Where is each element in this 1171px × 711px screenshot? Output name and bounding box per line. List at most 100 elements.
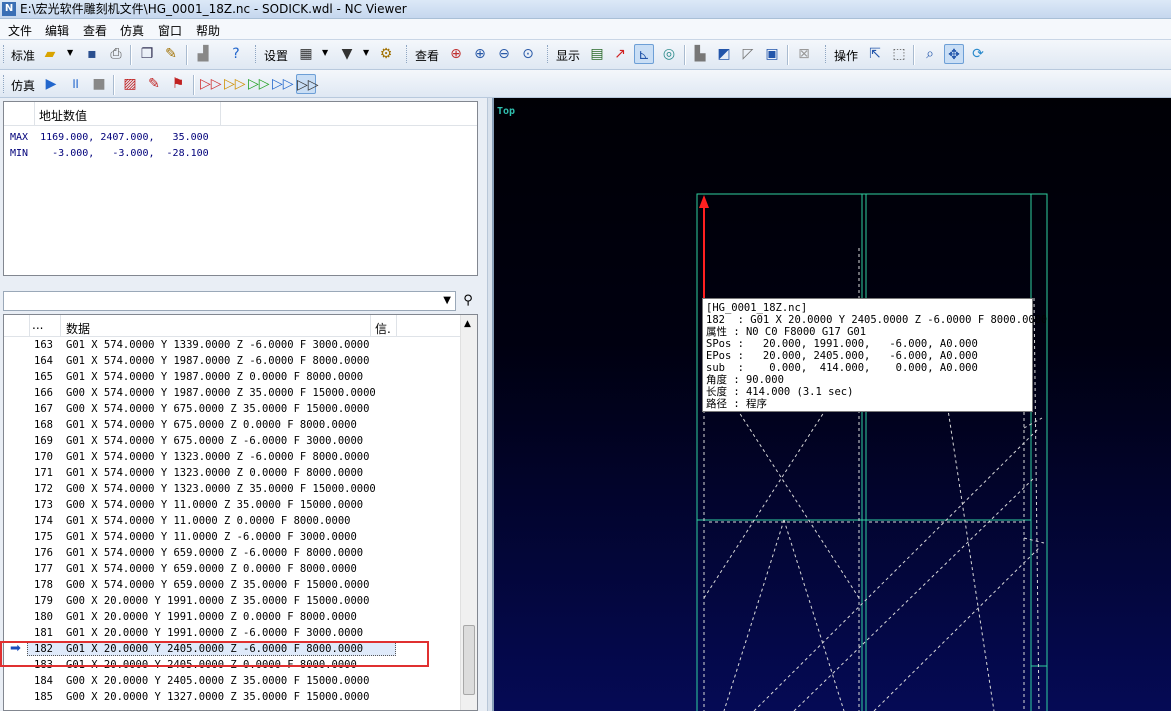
camera-icon[interactable]: ◎	[659, 44, 679, 64]
edit-icon[interactable]: ✎	[161, 44, 181, 64]
select-icon[interactable]: ⬚	[889, 44, 909, 64]
flag-icon[interactable]: ⚑	[168, 74, 188, 94]
toolbar-grip[interactable]	[547, 45, 550, 63]
search-dropdown[interactable]: ▼	[3, 291, 456, 311]
stop-icon[interactable]: ■	[89, 74, 109, 94]
tooltip-angle: 角度 : 90.000	[706, 374, 784, 386]
toolbar-grip[interactable]	[406, 45, 409, 63]
table-row[interactable]: 170 G01 X 574.0000 Y 1323.0000 Z -6.0000 …	[4, 449, 460, 465]
speed-max-icon[interactable]: ▷▷	[296, 74, 319, 94]
line-number: 175	[34, 531, 53, 543]
table-row[interactable]: 176 G01 X 574.0000 Y 659.0000 Z -6.0000 F…	[4, 545, 460, 561]
nc-code: G01 X 574.0000 Y 1987.0000 Z -6.0000 F 8…	[66, 355, 370, 367]
print-icon[interactable]: ⎙	[106, 44, 126, 64]
table-row[interactable]: 164 G01 X 574.0000 Y 1987.0000 Z -6.0000 …	[4, 353, 460, 369]
line-number: 173	[34, 499, 53, 511]
table-row[interactable]: 178 G00 X 574.0000 Y 659.0000 Z 35.0000 F…	[4, 577, 460, 593]
line-number: 180	[34, 611, 53, 623]
setup-label: 设置	[264, 49, 289, 63]
tool-icon[interactable]: ▟	[193, 44, 213, 64]
table-row[interactable]: 175 G01 X 574.0000 Y 11.0000 Z -6.0000 F …	[4, 529, 460, 545]
speed-4-icon[interactable]: ▷▷	[272, 74, 294, 94]
clear-icon[interactable]: ⊠	[794, 44, 814, 64]
chevron-down-icon[interactable]: ▼	[443, 295, 451, 306]
table-row[interactable]: 172 G00 X 574.0000 Y 1323.0000 Z 35.0000 …	[4, 481, 460, 497]
data-header[interactable]: 数据	[66, 320, 90, 337]
play-icon[interactable]: ▶	[41, 74, 61, 94]
table-row[interactable]: 179 G00 X 20.0000 Y 1991.0000 Z 35.0000 F…	[4, 593, 460, 609]
path-icon[interactable]: ◸	[738, 44, 758, 64]
separator	[130, 45, 131, 65]
line-number-header[interactable]: ...	[32, 318, 43, 332]
grid-dropdown-icon[interactable]: ▼	[322, 48, 328, 57]
zoom-out-icon[interactable]: ⊖	[494, 44, 514, 64]
list-header: ... 数据 信.	[4, 315, 460, 337]
menu-help[interactable]: 帮助	[196, 22, 220, 39]
menu-window[interactable]: 窗口	[158, 22, 182, 39]
help-icon[interactable]: ?	[226, 44, 246, 64]
table-row[interactable]: 169 G01 X 574.0000 Y 675.0000 Z -6.0000 F…	[4, 433, 460, 449]
rotate-icon[interactable]: ⟳	[968, 44, 988, 64]
table-row[interactable]: 180 G01 X 20.0000 Y 1991.0000 Z 0.0000 F …	[4, 609, 460, 625]
table-row[interactable]: 185 G00 X 20.0000 Y 1327.0000 Z 35.0000 F…	[4, 689, 460, 705]
table-row[interactable]: 166 G00 X 574.0000 Y 1987.0000 Z 35.0000 …	[4, 385, 460, 401]
toolbar-grip[interactable]	[825, 45, 828, 63]
toolbar-grip[interactable]	[255, 45, 258, 63]
pan-icon[interactable]: ✥	[944, 44, 964, 64]
vertical-scrollbar[interactable]: ▲	[460, 315, 477, 710]
table-row[interactable]: 163 G01 X 574.0000 Y 1339.0000 Z -6.0000 …	[4, 337, 460, 353]
table-row[interactable]: 173 G00 X 574.0000 Y 11.0000 Z 35.0000 F …	[4, 497, 460, 513]
pause-icon[interactable]: ॥	[65, 74, 85, 94]
tooltip-attributes: 属性 : N0 C0 F8000 G17 G01	[706, 326, 867, 338]
table-row[interactable]: 181 G01 X 20.0000 Y 1991.0000 Z -6.0000 F…	[4, 625, 460, 641]
zoom-in-icon[interactable]: ⊕	[470, 44, 490, 64]
filter-dropdown-icon[interactable]: ▼	[363, 48, 369, 57]
menu-file[interactable]: 文件	[8, 22, 32, 39]
magnifier-icon[interactable]: ⌕	[920, 44, 940, 64]
separator	[193, 75, 194, 95]
list-view-icon[interactable]: ▤	[587, 44, 607, 64]
settings-icon[interactable]: ⚙	[376, 44, 396, 64]
speed-3-icon[interactable]: ▷▷	[248, 74, 270, 94]
save-icon[interactable]: ▪	[82, 44, 102, 64]
pin-icon[interactable]: ✎	[144, 74, 164, 94]
box-icon[interactable]: ▣	[762, 44, 782, 64]
table-row[interactable]: 165 G01 X 574.0000 Y 1987.0000 Z 0.0000 F…	[4, 369, 460, 385]
speed-1-icon[interactable]: ▷▷	[200, 74, 222, 94]
menu-view[interactable]: 查看	[83, 22, 107, 39]
binoculars-icon[interactable]: ⚲	[458, 291, 478, 311]
table-row[interactable]: 168 G01 X 574.0000 Y 675.0000 Z 0.0000 F …	[4, 417, 460, 433]
menu-simulate[interactable]: 仿真	[120, 22, 144, 39]
toolbar-grip[interactable]	[3, 45, 6, 63]
toolbar-grip[interactable]	[3, 75, 6, 93]
menu-edit[interactable]: 编辑	[45, 22, 69, 39]
table-row[interactable]: 184 G00 X 20.0000 Y 2405.0000 Z 35.0000 F…	[4, 673, 460, 689]
open-folder-icon[interactable]: ▰	[40, 44, 60, 64]
min-row[interactable]: MIN -3.000, -3.000, -28.100	[10, 148, 209, 159]
filter-icon[interactable]: ▼	[337, 44, 357, 64]
axis-icon[interactable]: ⊾	[634, 44, 654, 64]
zoom-window-icon[interactable]: ⊕	[446, 44, 466, 64]
left-pane: 地址数值 MAX 1169.000, 2407.000, 35.000 MIN …	[0, 98, 487, 711]
speed-2-icon[interactable]: ▷▷	[224, 74, 246, 94]
block-icon[interactable]: ▙	[690, 44, 710, 64]
open-dropdown-icon[interactable]: ▼	[67, 48, 73, 57]
zoom-fit-icon[interactable]: ⊙	[518, 44, 538, 64]
scroll-up-icon[interactable]: ▲	[464, 319, 471, 329]
frame-icon[interactable]: ◩	[714, 44, 734, 64]
table-row[interactable]: 174 G01 X 574.0000 Y 11.0000 Z 0.0000 F 8…	[4, 513, 460, 529]
max-row[interactable]: MAX 1169.000, 2407.000, 35.000	[10, 132, 209, 143]
table-row[interactable]: 167 G00 X 574.0000 Y 675.0000 Z 35.0000 F…	[4, 401, 460, 417]
pointer-icon[interactable]: ⇱	[865, 44, 885, 64]
table-row[interactable]: 177 G01 X 574.0000 Y 659.0000 Z 0.0000 F …	[4, 561, 460, 577]
info-header[interactable]: 信.	[375, 320, 391, 337]
line-number: 165	[34, 371, 53, 383]
line-number: 166	[34, 387, 53, 399]
menu-bar: 文件 编辑 查看 仿真 窗口 帮助	[0, 19, 1171, 40]
grid-icon[interactable]: ▦	[296, 44, 316, 64]
arrow-icon[interactable]: ↗	[610, 44, 630, 64]
copy-icon[interactable]: ❐	[137, 44, 157, 64]
scrollbar-thumb[interactable]	[463, 625, 475, 695]
table-row[interactable]: 171 G01 X 574.0000 Y 1323.0000 Z 0.0000 F…	[4, 465, 460, 481]
breakpoint-icon[interactable]: ▨	[120, 74, 140, 94]
